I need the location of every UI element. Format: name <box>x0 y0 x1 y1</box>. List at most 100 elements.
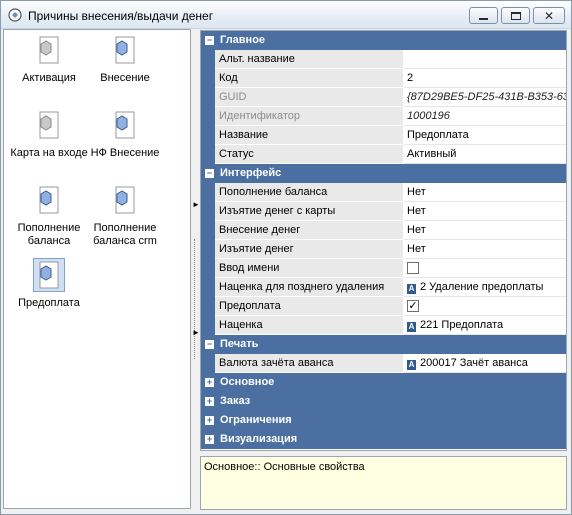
tile-aktivatsiya[interactable]: Активация <box>6 35 92 85</box>
collapse-left-icon[interactable]: ► <box>192 201 200 209</box>
property-row[interactable]: Код 2 <box>201 69 566 88</box>
category-title: Заказ <box>220 395 251 407</box>
tile-nf-vnesenie[interactable]: НФ Внесение <box>82 110 168 160</box>
category-interface[interactable]: − Интерфейс <box>201 164 566 183</box>
property-value[interactable] <box>404 50 566 69</box>
reference-value: 2 Удаление предоплаты <box>420 281 544 293</box>
property-name: Название <box>215 126 403 145</box>
property-value[interactable]: Предоплата <box>404 126 566 145</box>
blue-cube-icon <box>115 186 135 214</box>
property-value[interactable]: 1000196 <box>404 107 566 126</box>
collapse-icon[interactable]: − <box>205 340 214 349</box>
tile-popolnenie-balansa[interactable]: Пополнение баланса <box>6 185 92 248</box>
grey-cube-icon <box>39 36 59 64</box>
blue-cube-icon <box>115 36 135 64</box>
property-value[interactable]: 2 <box>404 69 566 88</box>
tile-label: Карта на входе <box>10 147 88 159</box>
property-name: Альт. название <box>215 50 403 69</box>
property-value[interactable]: Нет <box>404 240 566 259</box>
property-row[interactable]: Внесение денег Нет <box>201 221 566 240</box>
minimize-button[interactable] <box>469 7 498 24</box>
item-list-panel: Активация Внесение Карта на входе НФ Вне… <box>3 29 191 509</box>
property-value[interactable]: A 2 Удаление предоплаты <box>404 278 566 297</box>
category-order[interactable]: + Заказ <box>201 392 566 411</box>
window: Причины внесения/выдачи денег ✕ Активаци… <box>0 0 572 515</box>
reference-value: 200017 Зачёт аванса <box>420 357 528 369</box>
property-name: Идентификатор <box>215 107 403 126</box>
reference-value: 221 Предоплата <box>420 319 504 331</box>
property-value[interactable]: Нет <box>404 183 566 202</box>
property-row[interactable]: Изъятие денег с карты Нет <box>201 202 566 221</box>
category-title: Главное <box>220 34 266 46</box>
blue-cube-icon <box>39 186 59 214</box>
category-title: Основное <box>220 376 275 388</box>
category-title: Печать <box>220 338 259 350</box>
maximize-button[interactable] <box>501 7 530 24</box>
tile-label: Предоплата <box>18 297 80 309</box>
property-row[interactable]: Идентификатор 1000196 <box>201 107 566 126</box>
property-row[interactable]: Ввод имени <box>201 259 566 278</box>
property-name: Ввод имени <box>215 259 403 278</box>
prepay-checkbox[interactable]: ✓ <box>407 300 419 312</box>
tile-label: Активация <box>22 72 76 84</box>
property-row[interactable]: Альт. название <box>201 50 566 69</box>
property-value[interactable]: Нет <box>404 202 566 221</box>
collapse-icon[interactable]: − <box>205 169 214 178</box>
category-title: Визуализация <box>220 433 298 445</box>
category-main[interactable]: − Главное <box>201 31 566 50</box>
expand-icon[interactable]: + <box>205 435 214 444</box>
category-basic[interactable]: + Основное <box>201 373 566 392</box>
property-name: GUID <box>215 88 403 107</box>
tile-predoplata[interactable]: Предоплата <box>6 258 92 310</box>
property-name: Изъятие денег с карты <box>215 202 403 221</box>
property-value[interactable]: A 221 Предоплата <box>404 316 566 335</box>
blue-cube-icon <box>39 261 59 289</box>
tile-label: НФ Внесение <box>90 147 160 159</box>
title-bar[interactable]: Причины внесения/выдачи денег ✕ <box>1 1 571 29</box>
property-row[interactable]: Изъятие денег Нет <box>201 240 566 259</box>
property-row[interactable]: Название Предоплата <box>201 126 566 145</box>
property-name: Код <box>215 69 403 88</box>
tile-popolnenie-balansa-crm[interactable]: Пополнение баланса crm <box>82 185 168 248</box>
property-row[interactable]: Наценка для позднего удаления A 2 Удалени… <box>201 278 566 297</box>
tile-label: Пополнение баланса crm <box>93 222 157 247</box>
minimize-icon <box>479 18 488 20</box>
collapse-right-icon[interactable]: ► <box>192 329 200 337</box>
property-row[interactable]: Наценка A 221 Предоплата <box>201 316 566 335</box>
property-value[interactable]: A 200017 Зачёт аванса <box>404 354 566 373</box>
property-value[interactable]: ✓ <box>404 297 566 316</box>
property-name: Наценка <box>215 316 403 335</box>
tile-label: Внесение <box>100 72 150 84</box>
property-row[interactable]: GUID {87D29BE5-DF25-431B-B353-63 <box>201 88 566 107</box>
property-row[interactable]: Валюта зачёта аванса A 200017 Зачёт аванс… <box>201 354 566 373</box>
splitter-grip <box>194 239 195 359</box>
tile-vnesenie[interactable]: Внесение <box>82 35 168 85</box>
category-visualization[interactable]: + Визуализация <box>201 430 566 449</box>
category-restrictions[interactable]: + Ограничения <box>201 411 566 430</box>
expand-icon[interactable]: + <box>205 416 214 425</box>
close-button[interactable]: ✕ <box>533 7 565 24</box>
expand-icon[interactable]: + <box>205 397 214 406</box>
property-name: Изъятие денег <box>215 240 403 259</box>
property-row[interactable]: Пополнение баланса Нет <box>201 183 566 202</box>
expand-icon[interactable]: + <box>205 378 214 387</box>
category-print[interactable]: − Печать <box>201 335 566 354</box>
property-value[interactable] <box>404 259 566 278</box>
splitter[interactable]: ► ► <box>191 29 200 509</box>
collapse-icon[interactable]: − <box>205 36 214 45</box>
property-value[interactable]: {87D29BE5-DF25-431B-B353-63 <box>404 88 566 107</box>
property-value[interactable]: Нет <box>404 221 566 240</box>
tile-karta-na-vkhode[interactable]: Карта на входе <box>6 110 92 160</box>
property-row[interactable]: Предоплата ✓ <box>201 297 566 316</box>
category-title: Ограничения <box>220 414 292 426</box>
maximize-icon <box>510 11 521 20</box>
property-row[interactable]: Статус Активный <box>201 145 566 164</box>
name-input-checkbox[interactable] <box>407 262 419 274</box>
property-name: Наценка для позднего удаления <box>215 278 403 297</box>
property-name: Предоплата <box>215 297 403 316</box>
property-grid: − Главное Альт. название Код 2 GUID {87D… <box>200 30 567 451</box>
property-value[interactable]: Активный <box>404 145 566 164</box>
tile-label: Пополнение баланса <box>17 222 81 247</box>
reference-icon: A <box>407 322 416 332</box>
property-name: Внесение денег <box>215 221 403 240</box>
